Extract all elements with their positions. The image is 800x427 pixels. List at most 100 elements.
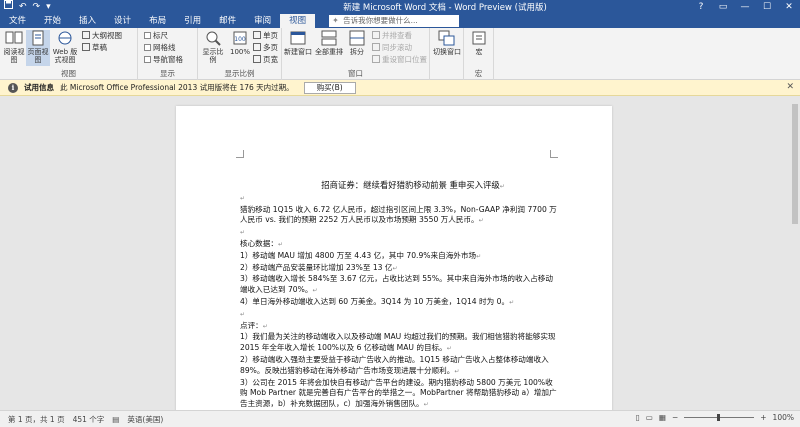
gridlines-checkbox[interactable]: 网格线 [144, 43, 176, 53]
doc-paragraph: 2）移动端收入强劲主要受益于移动广告收入的推动。1Q15 移动广告收入占整体移动… [240, 354, 549, 375]
read-mode-button[interactable]: 阅读视图 [2, 30, 26, 64]
zoom-in-icon[interactable]: + [760, 413, 766, 422]
zoom-button[interactable]: 显示比例 [200, 30, 226, 64]
reset-window-button[interactable]: 重设窗口位置 [372, 55, 427, 65]
close-button[interactable]: ✕ [778, 0, 800, 14]
word-count[interactable]: 451 个字 [73, 414, 105, 425]
tab-mailings[interactable]: 邮件 [210, 14, 245, 28]
quick-access-toolbar: ↶ ↷ ▾ [0, 0, 120, 14]
zoom-slider-knob[interactable] [717, 414, 721, 421]
zoom-out-icon[interactable]: − [672, 413, 678, 422]
side-by-side-button[interactable]: 并排查看 [372, 31, 412, 41]
print-layout-button[interactable]: 页面视图 [26, 30, 50, 66]
arrange-all-button[interactable]: 全部重排 [314, 30, 344, 56]
save-icon[interactable] [4, 0, 13, 14]
macros-group-label: 宏 [474, 69, 483, 78]
split-icon [349, 30, 365, 46]
vertical-scrollbar[interactable] [790, 96, 800, 410]
ribbon: 阅读视图 页面视图 Web 版式视图 大纲视图 草稿 视图 标尺 网格线 导航窗… [0, 28, 800, 80]
ribbon-tabs: 文件 开始 插入 设计 布局 引用 邮件 审阅 视图 ✦ 告诉我你想要做什么..… [0, 14, 800, 28]
page-width-icon [253, 55, 261, 63]
window-group: 新建窗口 全部重排 拆分 并排查看 同步滚动 重设窗口位置 窗口 [282, 28, 430, 80]
new-window-icon [290, 31, 306, 45]
zoom-group: 显示比例 100 100% 单页 多页 页宽 显示比例 [198, 28, 282, 80]
maximize-button[interactable]: ☐ [756, 0, 778, 14]
tab-home[interactable]: 开始 [35, 14, 70, 28]
tell-me-search[interactable]: ✦ 告诉我你想要做什么... [329, 15, 460, 27]
zoom-slider[interactable] [684, 414, 755, 421]
show-group-label: 显示 [160, 69, 175, 78]
info-icon: i [8, 82, 18, 93]
tab-insert[interactable]: 插入 [70, 14, 105, 28]
switch-window-button[interactable]: 切换窗口 [432, 30, 462, 56]
read-mode-view-icon[interactable]: ▯ [636, 413, 640, 422]
corner-mark-right [550, 150, 558, 158]
document-page[interactable]: 招商证券：继续看好猎豹移动前景 重申买入评级↵ ↵ 猎豹移动 1Q15 收入 6… [176, 106, 612, 410]
doc-paragraph: 3）公司在 2015 年将会加快自有移动广告平台的建设。期内猎豹移动 5800 … [240, 377, 557, 409]
tab-references[interactable]: 引用 [175, 14, 210, 28]
web-layout-button[interactable]: Web 版式视图 [52, 30, 78, 64]
doc-paragraph: 4）单日海外移动端收入达到 60 万美金。3Q14 为 10 万美金，1Q14 … [240, 296, 515, 306]
buy-button[interactable]: 购买(B) [303, 81, 356, 94]
tab-design[interactable]: 设计 [105, 14, 140, 28]
lightbulb-icon: ✦ [332, 16, 339, 25]
doc-paragraph: 2）移动端产品安装量环比增加 23%至 13 亿↵ [240, 262, 398, 272]
draft-button[interactable]: 草稿 [82, 43, 107, 53]
macros-group: 宏 宏 [464, 28, 494, 80]
outline-icon [82, 31, 90, 39]
web-layout-icon [58, 31, 72, 45]
document-body[interactable]: 招商证券：继续看好猎豹移动前景 重申买入评级↵ ↵ 猎豹移动 1Q15 收入 6… [240, 180, 558, 410]
doc-paragraph: 点评：↵ [240, 320, 268, 330]
new-window-button[interactable]: 新建窗口 [284, 30, 312, 56]
help-icon[interactable]: ? [690, 0, 712, 14]
tab-layout[interactable]: 布局 [140, 14, 175, 28]
read-mode-icon [5, 31, 23, 44]
views-group-label: 视图 [61, 69, 76, 78]
reset-window-icon [372, 55, 380, 63]
window-title: 新建 Microsoft Word 文档 - Word Preview (试用版… [343, 3, 547, 13]
tab-view[interactable]: 视图 [280, 14, 316, 28]
magnifier-icon [206, 31, 221, 46]
print-layout-icon [32, 30, 44, 46]
ruler-checkbox[interactable]: 标尺 [144, 31, 168, 41]
message-text: 此 Microsoft Office Professional 2013 试用版… [60, 83, 294, 92]
zoom-100-button[interactable]: 100 100% [228, 30, 252, 56]
doc-paragraph: ↵ [240, 229, 246, 237]
page-count[interactable]: 第 1 页，共 1 页 [8, 414, 65, 425]
sync-scroll-button[interactable]: 同步滚动 [372, 43, 412, 53]
language-indicator[interactable]: 英语(美国) [127, 414, 163, 425]
redo-icon[interactable]: ↷ [33, 0, 41, 14]
message-title: 试用信息 [24, 83, 54, 92]
outline-button[interactable]: 大纲视图 [82, 31, 122, 41]
proofing-icon[interactable]: ▤ [112, 415, 119, 424]
one-page-button[interactable]: 单页 [253, 31, 278, 41]
split-button[interactable]: 拆分 [346, 30, 368, 56]
arrange-all-icon [321, 30, 337, 46]
multi-page-button[interactable]: 多页 [253, 43, 278, 53]
ribbon-display-icon[interactable]: ▭ [712, 0, 734, 14]
zoom-100-icon: 100 [233, 31, 247, 45]
minimize-button[interactable]: — [734, 0, 756, 14]
window-group-label: 窗口 [348, 69, 363, 78]
zoom-group-label: 显示比例 [224, 69, 255, 78]
trial-message-bar: i 试用信息 此 Microsoft Office Professional 2… [0, 80, 800, 96]
macros-icon [472, 31, 486, 45]
close-icon[interactable]: ✕ [786, 82, 794, 92]
side-by-side-icon [372, 31, 380, 39]
nav-pane-checkbox[interactable]: 导航窗格 [144, 55, 183, 65]
scrollbar-thumb[interactable] [792, 104, 798, 224]
web-layout-view-icon[interactable]: ▦ [659, 413, 666, 422]
tell-me-placeholder: 告诉我你想要做什么... [343, 16, 418, 25]
tab-file[interactable]: 文件 [0, 14, 35, 28]
tab-review[interactable]: 审阅 [245, 14, 280, 28]
doc-paragraph: 核心数据：↵ [240, 238, 283, 248]
print-layout-view-icon[interactable]: ▭ [646, 413, 653, 422]
customize-icon[interactable]: ▾ [46, 0, 51, 14]
macros-button[interactable]: 宏 [467, 30, 491, 56]
status-bar: 第 1 页，共 1 页 451 个字 ▤ 英语(美国) ▯ ▭ ▦ − + 10… [0, 410, 800, 427]
doc-paragraph: ↵ [240, 310, 246, 318]
undo-icon[interactable]: ↶ [19, 0, 27, 14]
zoom-level[interactable]: 100% [773, 413, 794, 422]
page-width-button[interactable]: 页宽 [253, 55, 278, 65]
multi-page-icon [253, 43, 261, 51]
